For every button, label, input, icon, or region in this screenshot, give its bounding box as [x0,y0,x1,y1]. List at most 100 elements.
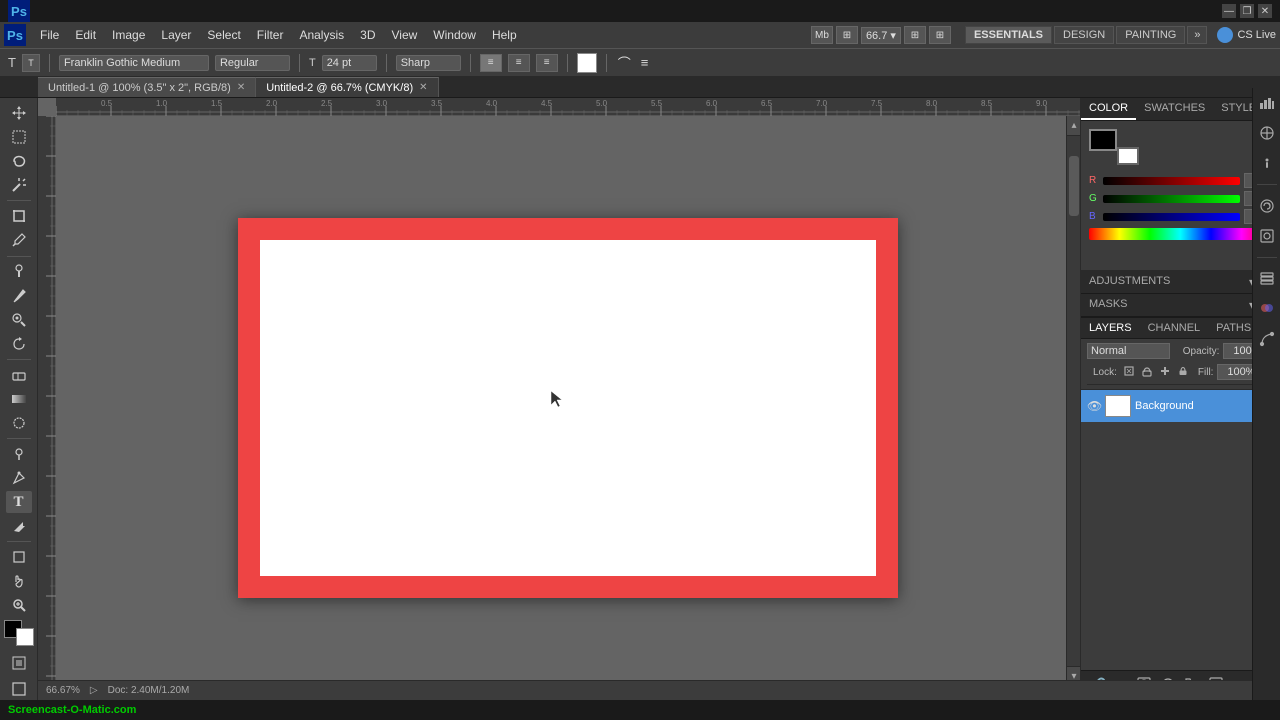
fg-bg-swatches[interactable] [1089,129,1139,165]
paths-icon[interactable] [1256,328,1278,350]
tab-untitled2[interactable]: Untitled-2 @ 66.7% (CMYK/8) ✕ [256,77,438,97]
healing-tool[interactable] [6,260,32,282]
green-slider[interactable] [1103,195,1240,203]
design-button[interactable]: DESIGN [1054,26,1114,44]
menu-select[interactable]: Select [199,25,248,45]
brush-tool[interactable] [6,284,32,306]
font-family-select[interactable]: Franklin Gothic Medium [59,55,209,71]
layers-tab[interactable]: LAYERS [1081,318,1140,338]
layer-visibility-icon[interactable]: 👁 [1087,399,1101,413]
adjustments-tab[interactable]: ADJUSTMENTS [1081,271,1178,293]
eraser-tool[interactable] [6,364,32,386]
color-swatches[interactable] [4,620,34,646]
masks-tab[interactable]: MASKS [1081,294,1136,316]
warp-text-button[interactable]: ⌒ [616,51,633,74]
lock-transparent-icon[interactable] [1123,365,1135,380]
menu-filter[interactable]: Filter [249,25,292,45]
bg-color-box[interactable] [1117,147,1139,165]
progress-arrow[interactable]: ▷ [90,685,98,696]
layers-icon[interactable] [1256,268,1278,290]
clone-stamp-tool[interactable] [6,309,32,331]
titlebar-controls[interactable]: — ❐ ✕ [1222,4,1272,18]
menu-analysis[interactable]: Analysis [291,25,352,45]
gradient-tool[interactable] [6,388,32,410]
marquee-tool[interactable] [6,126,32,148]
color-tab[interactable]: COLOR [1081,98,1136,120]
red-slider[interactable] [1103,177,1240,185]
more-workspaces-button[interactable]: » [1187,26,1207,44]
scroll-up-button[interactable]: ▴ [1067,116,1080,136]
font-style-select[interactable]: Regular [215,55,290,71]
swatches-tab[interactable]: SWATCHES [1136,98,1213,120]
screen-mode-button[interactable] [6,678,32,700]
navigator-icon[interactable] [1256,122,1278,144]
pen-tool[interactable] [6,467,32,489]
dodge-tool[interactable] [6,443,32,465]
channels-tab[interactable]: CHANNEL [1140,318,1209,338]
align-right-button[interactable]: ≡ [536,54,558,72]
close-button[interactable]: ✕ [1258,4,1272,18]
shape-tool[interactable] [6,546,32,568]
lock-position-icon[interactable] [1159,365,1171,380]
info-icon[interactable] [1256,152,1278,174]
aa-method-select[interactable]: Sharp [396,55,461,71]
color-spectrum-bar[interactable] [1089,228,1272,240]
menu-3d[interactable]: 3D [352,25,383,45]
align-left-button[interactable]: ≡ [480,54,502,72]
toolbar-icon-4[interactable]: ⊞ [929,26,951,44]
move-tool[interactable] [6,102,32,124]
zoom-tool[interactable] [6,594,32,616]
separator-5 [7,541,31,542]
eyedropper-tool[interactable] [6,229,32,251]
lock-all-icon[interactable] [1177,365,1189,380]
channels-icon[interactable] [1256,298,1278,320]
restore-button[interactable]: ❐ [1240,4,1254,18]
painting-button[interactable]: PAINTING [1116,26,1185,44]
type-options-icon[interactable]: T [22,54,40,72]
text-color-swatch[interactable] [577,53,597,73]
blue-slider[interactable] [1103,213,1240,221]
tab-untitled1[interactable]: Untitled-1 @ 100% (3.5" x 2", RGB/8) ✕ [38,77,256,97]
lasso-tool[interactable] [6,150,32,172]
v-scroll-thumb[interactable] [1069,156,1079,216]
type-tool[interactable]: T [6,491,32,513]
fg-color-box[interactable] [1089,129,1117,151]
menu-layer[interactable]: Layer [153,25,199,45]
tab-close-2[interactable]: ✕ [419,82,427,93]
adjustments-icon[interactable] [1256,195,1278,217]
menu-view[interactable]: View [383,25,425,45]
hand-tool[interactable] [6,570,32,592]
history-brush-tool[interactable] [6,333,32,355]
tab-close-1[interactable]: ✕ [237,82,245,93]
toolbar-icon-2[interactable]: ⊞ [836,26,858,44]
font-size-select[interactable]: 24 pt [322,55,377,71]
minimize-button[interactable]: — [1222,4,1236,18]
lock-image-icon[interactable] [1141,365,1153,380]
vertical-scrollbar[interactable]: ▴ ▾ [1066,116,1080,686]
essentials-button[interactable]: ESSENTIALS [965,26,1052,44]
menu-edit[interactable]: Edit [67,25,104,45]
document-canvas[interactable] [238,218,898,598]
toolbar-icon-1[interactable]: Mb [811,26,833,44]
align-center-button[interactable]: ≡ [508,54,530,72]
canvas-inner[interactable] [260,240,876,576]
toolbar-icon-3[interactable]: ⊞ [904,26,926,44]
blur-tool[interactable] [6,412,32,434]
character-panel-button[interactable]: ≡ [639,53,651,72]
masks-icon[interactable] [1256,225,1278,247]
crop-tool[interactable] [6,205,32,227]
blend-mode-select[interactable]: Normal [1087,343,1170,359]
menu-help[interactable]: Help [484,25,525,45]
quick-mask-button[interactable] [6,652,32,674]
zoom-select[interactable]: 66.7 ▾ [861,27,901,44]
layer-row-background[interactable]: 👁 Background 🔒 [1081,390,1280,422]
canvas-area[interactable]: (function() { var svg = document.current… [38,98,1080,700]
path-selection-tool[interactable] [6,515,32,537]
magic-wand-tool[interactable] [6,174,32,196]
menu-image[interactable]: Image [104,25,153,45]
background-color[interactable] [16,628,34,646]
cs-live-button[interactable]: CS Live [1237,29,1276,41]
menu-window[interactable]: Window [425,25,484,45]
histogram-icon[interactable] [1256,92,1278,114]
menu-file[interactable]: File [32,25,67,45]
